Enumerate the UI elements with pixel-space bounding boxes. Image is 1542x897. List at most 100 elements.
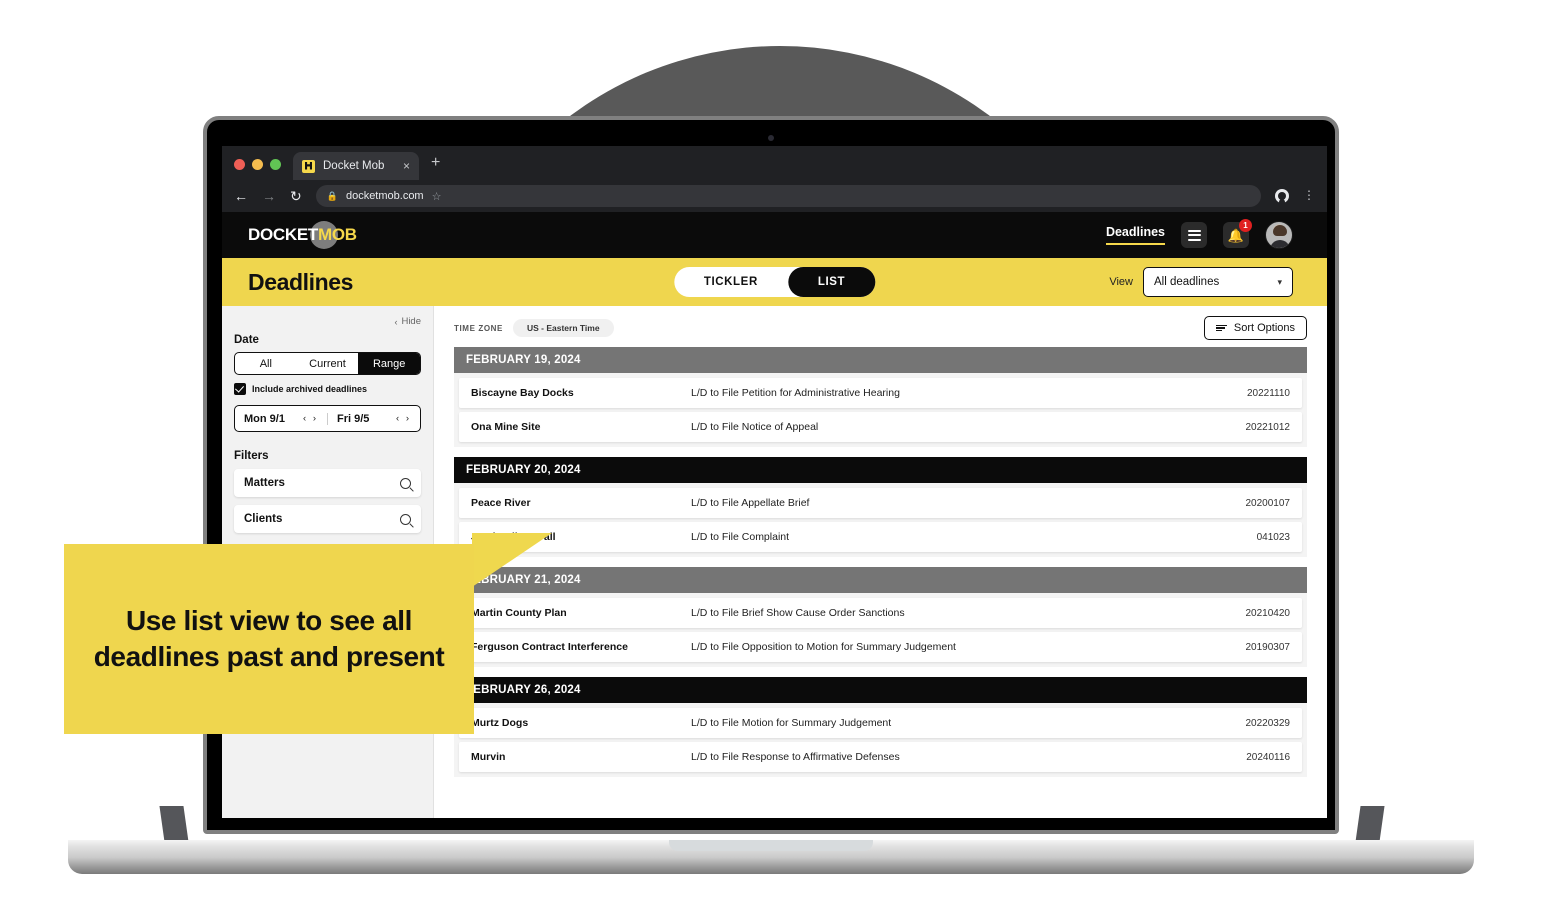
table-row[interactable]: Ferguson Contract Interference L/D to Fil…	[459, 632, 1302, 662]
callout-text: Use list view to see all deadlines past …	[93, 605, 445, 672]
table-row[interactable]: Biscayne Bay Docks L/D to File Petition f…	[459, 378, 1302, 408]
date-range-end[interactable]: Fri 9/5 ‹ ›	[327, 412, 420, 425]
search-icon[interactable]	[400, 513, 411, 525]
date-range-start-value: Mon 9/1	[244, 412, 285, 425]
date-range-end-value: Fri 9/5	[337, 412, 370, 425]
minimize-window-icon[interactable]	[252, 159, 263, 170]
row-matter: Ona Mine Site	[471, 421, 541, 433]
callout-bubble: Use list view to see all deadlines past …	[64, 544, 474, 734]
filter-clients-label: Clients	[244, 513, 283, 525]
row-number: 20220329	[1245, 717, 1291, 729]
notifications-bell-icon[interactable]: 🔔 1	[1223, 219, 1252, 248]
table-row[interactable]: Peace River L/D to File Appellate Brief 20…	[459, 488, 1302, 518]
tab-title: Docket Mob	[323, 160, 385, 172]
table-row[interactable]: Martin County Plan L/D to File Brief Show…	[459, 598, 1302, 628]
view-dropdown-value: All deadlines	[1154, 276, 1220, 288]
hide-sidebar-button[interactable]: ‹ Hide	[234, 316, 421, 327]
row-number: 20190307	[1245, 641, 1291, 653]
row-number: 041023	[1256, 531, 1290, 543]
chevron-down-icon: ▾	[1277, 276, 1282, 287]
maximize-window-icon[interactable]	[270, 159, 281, 170]
deadline-group: FEBRUARY 21, 2024 Martin County Plan L/D t…	[454, 567, 1307, 667]
laptop-hinge-right	[1355, 806, 1385, 842]
notification-badge: 1	[1239, 219, 1252, 232]
screenshot-stage: Docket Mob × + ← → ↻ 🔒 docketmob.com ☆ ⋮…	[0, 0, 1542, 897]
list-view-icon[interactable]	[1181, 222, 1207, 248]
include-archived-checkbox-row[interactable]: Include archived deadlines	[234, 383, 421, 395]
checkbox-icon[interactable]	[234, 383, 246, 395]
filter-matters[interactable]: Matters	[234, 469, 421, 497]
row-number: 20240116	[1246, 751, 1290, 763]
browser-menu-icon[interactable]: ⋮	[1303, 189, 1315, 201]
new-tab-icon[interactable]: +	[419, 154, 450, 180]
table-row[interactable]: Murtz Dogs L/D to File Motion for Summary…	[459, 708, 1302, 738]
group-date-header: FEBRUARY 20, 2024	[454, 457, 1307, 483]
reload-icon[interactable]: ↻	[290, 189, 302, 203]
nav-link-deadlines[interactable]: Deadlines	[1105, 225, 1165, 245]
list-glyph	[1187, 229, 1201, 241]
deadline-groups: FEBRUARY 19, 2024 Biscayne Bay Docks L/D t…	[454, 347, 1307, 777]
row-matter: Martin County Plan	[471, 607, 567, 619]
view-dropdown[interactable]: All deadlines ▾	[1143, 267, 1293, 297]
bookmark-star-icon[interactable]: ☆	[432, 190, 442, 203]
group-date-header: FEBRUARY 26, 2024	[454, 677, 1307, 703]
forward-icon: →	[262, 188, 276, 204]
avatar[interactable]	[1265, 221, 1293, 249]
filter-matters-label: Matters	[244, 477, 285, 489]
tab-list[interactable]: LIST	[787, 267, 876, 297]
tab-tickler[interactable]: TICKLER	[674, 267, 788, 297]
page-title: Deadlines	[248, 268, 354, 295]
browser-tab[interactable]: Docket Mob ×	[293, 152, 419, 180]
row-matter: Murtz Dogs	[471, 717, 529, 729]
laptop-base	[68, 840, 1474, 874]
window-controls[interactable]	[232, 159, 293, 180]
row-description: L/D to File Response to Affirmative Defe…	[691, 751, 900, 763]
table-row[interactable]: Justin Slip & FallL/D to File Complaint0…	[459, 522, 1302, 552]
search-icon[interactable]	[400, 477, 411, 489]
sort-options-button[interactable]: Sort Options	[1203, 316, 1307, 340]
view-label: View	[1109, 276, 1133, 288]
page-header: Deadlines TICKLER LIST View All deadline…	[222, 258, 1327, 306]
row-number: 20210420	[1245, 607, 1291, 619]
browser-profile-icon[interactable]	[1275, 189, 1289, 203]
row-number: 20221110	[1246, 387, 1290, 399]
back-icon[interactable]: ←	[234, 189, 248, 203]
table-row[interactable]: Ona Mine Site L/D to File Notice of Appea…	[459, 412, 1302, 442]
browser-tabstrip: Docket Mob × +	[222, 146, 1327, 180]
row-description: L/D to File Appellate Brief	[691, 497, 810, 509]
date-range-end-steppers[interactable]: ‹ ›	[396, 413, 411, 424]
group-date-header: FEBRUARY 21, 2024	[454, 567, 1307, 593]
row-number: 20221012	[1245, 421, 1291, 433]
date-range-start-steppers[interactable]: ‹ ›	[303, 413, 318, 424]
row-description: L/D to File Complaint	[691, 531, 790, 543]
address-bar[interactable]: 🔒 docketmob.com ☆	[315, 185, 1261, 207]
date-mode-segmented-control[interactable]: All Current Range	[234, 352, 421, 375]
timezone-value[interactable]: US - Eastern Time	[512, 319, 614, 337]
app-logo[interactable]: DOCKET MOB	[248, 221, 357, 249]
logo-text-accent: MOB	[317, 225, 357, 244]
deadlines-list-panel: TIME ZONE US - Eastern Time Sort Options…	[434, 306, 1327, 818]
date-range-control[interactable]: Mon 9/1 ‹ › Fri 9/5 ‹ ›	[234, 405, 421, 432]
browser-toolbar: ← → ↻ 🔒 docketmob.com ☆ ⋮	[222, 180, 1327, 212]
filter-clients[interactable]: Clients	[234, 505, 421, 533]
date-mode-current[interactable]: Current	[297, 353, 359, 374]
sort-options-label: Sort Options	[1233, 322, 1295, 334]
deadline-group: FEBRUARY 20, 2024 Peace River L/D to File …	[454, 457, 1307, 557]
close-tab-icon[interactable]: ×	[403, 159, 410, 173]
include-archived-label: Include archived deadlines	[252, 384, 368, 394]
date-mode-all[interactable]: All	[235, 353, 297, 374]
date-range-start[interactable]: Mon 9/1 ‹ ›	[235, 413, 327, 425]
timezone-label: TIME ZONE	[454, 323, 503, 333]
row-matter: Ferguson Contract Interference	[471, 641, 628, 653]
view-mode-toggle[interactable]: TICKLER LIST	[673, 267, 876, 297]
close-window-icon[interactable]	[234, 159, 245, 170]
date-mode-range[interactable]: Range	[358, 353, 420, 374]
group-rows: Peace River L/D to File Appellate Brief 20…	[454, 483, 1307, 557]
group-rows: Martin County Plan L/D to File Brief Show…	[454, 593, 1307, 667]
chevron-left-icon: ‹	[394, 316, 398, 327]
row-description: L/D to File Petition for Administrative …	[691, 387, 900, 399]
sort-icon	[1215, 324, 1227, 332]
url-text: docketmob.com	[345, 190, 424, 202]
group-date-header: FEBRUARY 19, 2024	[454, 347, 1307, 373]
table-row[interactable]: Murvin L/D to File Response to Affirmativ…	[459, 742, 1302, 772]
